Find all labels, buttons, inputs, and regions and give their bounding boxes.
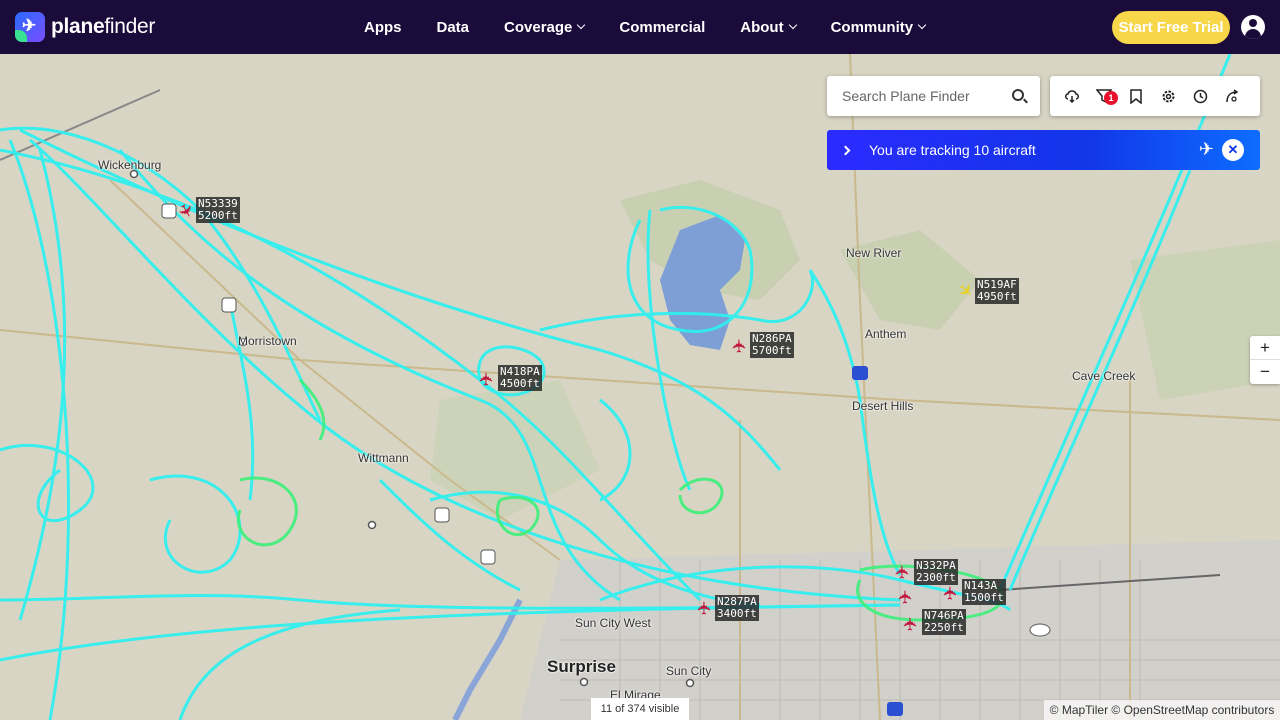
zoom-in-button[interactable]: +	[1250, 336, 1280, 360]
aircraft-label[interactable]: N287PA 3400ft	[715, 595, 759, 621]
nav-data-label: Data	[436, 18, 470, 36]
aircraft-label[interactable]: N418PA 4500ft	[498, 365, 542, 391]
start-free-trial-button[interactable]: Start Free Trial	[1112, 11, 1230, 44]
nav-coverage[interactable]: Coverage	[504, 18, 586, 36]
nav-commercial[interactable]: Commercial	[619, 19, 705, 36]
aircraft-icon[interactable]: ✈	[695, 600, 715, 615]
place-label: Desert Hills	[852, 399, 914, 413]
aircraft-altitude: 2300ft	[916, 571, 956, 584]
aircraft-altitude: 1500ft	[964, 591, 1004, 604]
bookmark-icon[interactable]	[1126, 86, 1146, 106]
aircraft-label[interactable]: N519AF 4950ft	[975, 278, 1019, 304]
aircraft-icon[interactable]: ✈	[941, 585, 961, 600]
nav-apps-label: Apps	[364, 18, 402, 36]
place-label: Morristown	[238, 334, 297, 348]
chevron-down-icon	[917, 20, 927, 30]
aircraft-icon[interactable]: ✈	[730, 338, 750, 353]
main-nav: Apps Data Coverage Commercial About Comm…	[364, 0, 960, 54]
logo-text-bold: plane	[51, 15, 105, 38]
logo-text-light: finder	[104, 15, 156, 38]
filter-icon[interactable]: 1	[1094, 86, 1118, 106]
aircraft-label[interactable]: N332PA 2300ft	[914, 559, 958, 585]
aircraft-altitude: 5200ft	[198, 209, 238, 222]
search-icon[interactable]	[1012, 89, 1024, 101]
top-nav-bar: ✈ planefinder Apps Data Coverage Commerc…	[0, 0, 1280, 54]
nav-commercial-label: Commercial	[619, 18, 706, 36]
chevron-down-icon	[788, 20, 797, 30]
place-label: Wickenburg	[98, 158, 162, 172]
logo-text: planefinder	[51, 15, 155, 39]
aircraft-altitude: 4950ft	[977, 290, 1017, 303]
aircraft-altitude: 5700ft	[752, 344, 792, 357]
user-account-icon[interactable]	[1241, 15, 1265, 39]
nav-community-label: Community	[830, 18, 914, 36]
map-toolbar: 1	[1050, 76, 1260, 116]
aircraft-label[interactable]: N286PA 5700ft	[750, 332, 794, 358]
aircraft-label[interactable]: N53339 5200ft	[196, 197, 240, 223]
search-box	[827, 76, 1040, 116]
history-icon[interactable]	[1190, 86, 1210, 106]
place-label: Anthem	[865, 327, 907, 341]
zoom-control: + −	[1250, 336, 1280, 384]
search-input[interactable]	[842, 88, 1002, 104]
aircraft-icon[interactable]: ✈	[896, 589, 916, 604]
tracking-text: You are tracking 10 aircraft	[869, 142, 1036, 158]
place-label: Surprise	[547, 657, 616, 676]
aircraft-altitude: 2250ft	[924, 621, 964, 634]
close-icon[interactable]: ✕	[1222, 139, 1244, 161]
place-label: Cave Creek	[1072, 369, 1136, 383]
cloud-icon[interactable]	[1062, 86, 1082, 106]
aircraft-icon[interactable]: ✈	[901, 616, 921, 631]
nav-about-label: About	[740, 18, 784, 36]
chevron-down-icon	[577, 20, 586, 30]
airplane-icon: ✈	[1198, 139, 1214, 159]
map-attribution[interactable]: © MapTiler © OpenStreetMap contributors	[1044, 700, 1280, 720]
place-label: Wittmann	[358, 451, 409, 465]
nav-apps[interactable]: Apps	[364, 19, 402, 36]
aircraft-icon[interactable]: ✈	[477, 371, 497, 386]
logo-mark-glyph: ✈	[22, 16, 37, 35]
chevron-right-icon[interactable]	[840, 145, 851, 155]
aircraft-label[interactable]: N746PA 2250ft	[922, 609, 966, 635]
playback-icon[interactable]	[1222, 86, 1242, 106]
nav-coverage-label: Coverage	[504, 18, 573, 36]
tracking-banner[interactable]: You are tracking 10 aircraft ✈ ✕	[827, 130, 1260, 170]
place-label: Sun City	[666, 664, 712, 678]
aircraft-icon[interactable]: ✈	[893, 564, 913, 579]
planefinder-logo[interactable]: ✈ planefinder	[15, 12, 155, 42]
place-label: Sun City West	[575, 616, 651, 630]
visible-count: 11 of 374 visible	[591, 698, 689, 720]
place-label: New River	[846, 246, 902, 260]
filter-badge: 1	[1104, 91, 1118, 105]
nav-community[interactable]: Community	[830, 18, 927, 36]
aircraft-label[interactable]: N143A 1500ft	[962, 579, 1006, 605]
settings-icon[interactable]	[1158, 86, 1178, 106]
aircraft-altitude: 3400ft	[717, 607, 757, 620]
nav-data[interactable]: Data	[437, 19, 470, 36]
aircraft-altitude: 4500ft	[500, 377, 540, 390]
logo-plane-icon: ✈	[15, 12, 45, 42]
nav-about[interactable]: About	[740, 18, 797, 36]
zoom-out-button[interactable]: −	[1250, 360, 1280, 384]
